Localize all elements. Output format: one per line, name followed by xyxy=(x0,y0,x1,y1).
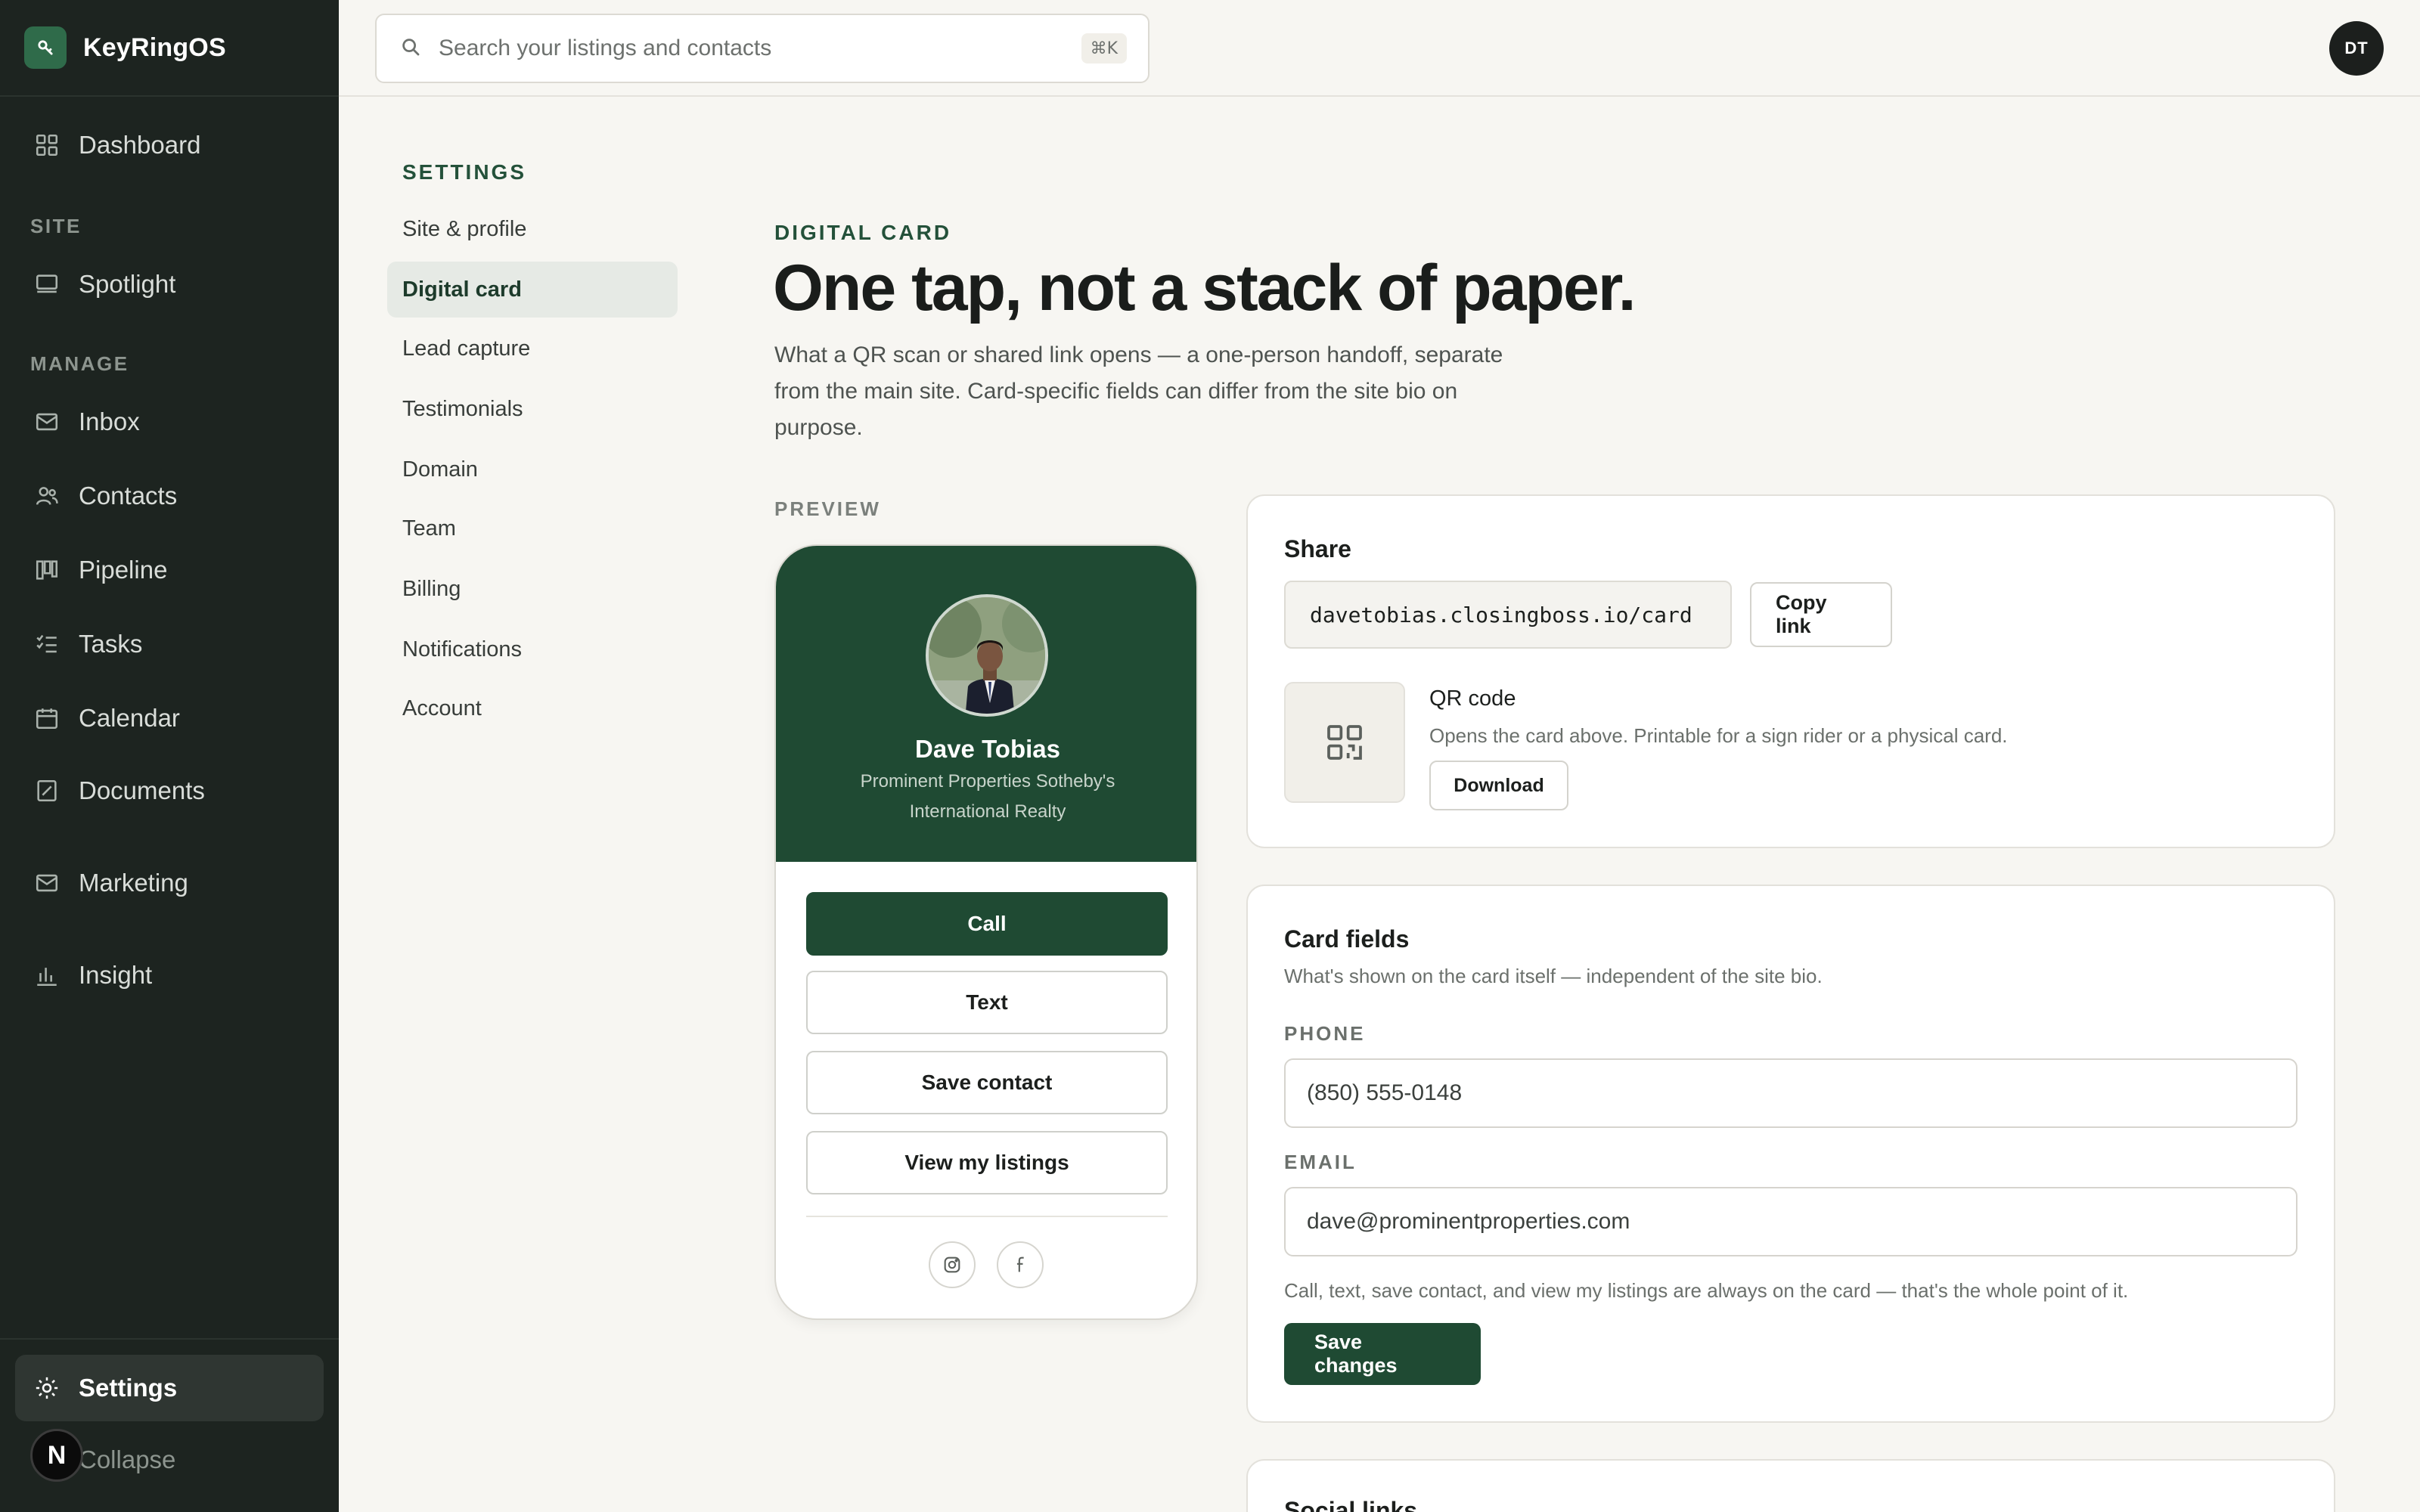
app-name: KeyRingOS xyxy=(83,33,226,62)
download-button[interactable]: Download xyxy=(1429,761,1568,810)
qr-title: QR code xyxy=(1429,686,1516,711)
sidebar-item-label: Calendar xyxy=(79,704,180,732)
grid-icon xyxy=(32,130,62,160)
page-title: One tap, not a stack of paper. xyxy=(773,252,1637,324)
section-site: SITE xyxy=(30,215,82,237)
sidebar-item-label: Settings xyxy=(79,1374,178,1402)
save-changes-button[interactable]: Save changes xyxy=(1284,1323,1481,1385)
sidebar-item-label: Dashboard xyxy=(79,131,201,159)
document-icon xyxy=(32,776,62,806)
email-field[interactable]: dave@prominentproperties.com xyxy=(1284,1187,2297,1256)
text-button[interactable]: Text xyxy=(806,971,1168,1034)
save-contact-button[interactable]: Save contact xyxy=(806,1051,1168,1114)
share-title: Share xyxy=(1284,535,1351,562)
card-preview: Dave Tobias Prominent Properties Sotheby… xyxy=(774,544,1198,1320)
copy-link-button[interactable]: Copy link xyxy=(1750,582,1892,647)
section-manage: MANAGE xyxy=(30,352,129,375)
share-url-field[interactable]: davetobias.closingboss.io/card xyxy=(1284,581,1732,649)
shortcut-badge: ⌘K xyxy=(1081,33,1127,64)
collapse-button[interactable]: Collapse xyxy=(79,1445,175,1474)
agent-photo xyxy=(926,594,1048,717)
settings-nav-title: SETTINGS xyxy=(402,160,527,184)
sidebar: KeyRingOS Dashboard SITE Spotlight MANAG… xyxy=(0,0,339,1512)
settings-nav-lead-capture[interactable]: Lead capture xyxy=(387,321,678,376)
search-placeholder: Search your listings and contacts xyxy=(439,36,772,60)
sidebar-item-pipeline[interactable]: Pipeline xyxy=(15,537,324,603)
n-badge[interactable]: N xyxy=(30,1429,83,1482)
card-header: Dave Tobias Prominent Properties Sotheby… xyxy=(776,546,1196,862)
share-panel: Share davetobias.closingboss.io/card Cop… xyxy=(1246,494,2335,848)
brand[interactable]: KeyRingOS xyxy=(0,0,339,97)
page-intro: What a QR scan or shared link opens — a … xyxy=(774,342,1503,440)
settings-nav-team[interactable]: Team xyxy=(387,500,678,556)
search-icon xyxy=(399,36,422,62)
phone-label: PHONE xyxy=(1284,1022,1366,1045)
settings-nav-account[interactable]: Account xyxy=(387,680,678,736)
gear-icon xyxy=(32,1373,62,1403)
card-fields-panel: Card fields What's shown on the card its… xyxy=(1246,885,2335,1423)
topbar: Search your listings and contacts ⌘K DT xyxy=(339,0,2420,97)
columns-icon xyxy=(32,555,62,585)
agent-company: Prominent Properties Sotheby's Internati… xyxy=(860,771,1115,822)
sidebar-item-label: Insight xyxy=(79,961,153,989)
card-fields-note: Call, text, save contact, and view my li… xyxy=(1284,1279,2129,1302)
qr-code-icon xyxy=(1284,682,1405,803)
calendar-icon xyxy=(32,703,62,733)
sidebar-item-label: Spotlight xyxy=(79,270,176,298)
qr-description: Opens the card above. Printable for a si… xyxy=(1429,724,2008,747)
sidebar-item-inbox[interactable]: Inbox xyxy=(15,389,324,455)
facebook-icon[interactable] xyxy=(997,1241,1044,1288)
settings-nav-digital-card[interactable]: Digital card xyxy=(387,262,678,318)
social-links-title: Social links xyxy=(1284,1497,1418,1512)
sidebar-item-insight[interactable]: Insight xyxy=(15,942,324,1009)
key-icon xyxy=(24,26,67,69)
monitor-icon xyxy=(32,269,62,299)
sidebar-item-marketing[interactable]: Marketing xyxy=(15,850,324,916)
sidebar-item-spotlight[interactable]: Spotlight xyxy=(15,251,324,318)
sidebar-item-calendar[interactable]: Calendar xyxy=(15,685,324,751)
sidebar-item-label: Pipeline xyxy=(79,556,168,584)
mail-icon xyxy=(32,407,62,437)
bar-chart-icon xyxy=(32,960,62,990)
view-listings-button[interactable]: View my listings xyxy=(806,1131,1168,1194)
mail-icon xyxy=(32,868,62,898)
sidebar-item-contacts[interactable]: Contacts xyxy=(15,463,324,529)
search-input[interactable]: Search your listings and contacts ⌘K xyxy=(375,14,1150,83)
settings-nav-domain[interactable]: Domain xyxy=(387,442,678,497)
sidebar-item-dashboard[interactable]: Dashboard xyxy=(15,112,324,178)
sidebar-item-label: Documents xyxy=(79,776,205,804)
page-eyebrow: DIGITAL CARD xyxy=(774,221,952,244)
settings-nav-site-profile[interactable]: Site & profile xyxy=(387,201,678,257)
agent-name: Dave Tobias xyxy=(915,735,1060,763)
divider xyxy=(806,1216,1168,1217)
phone-field[interactable]: (850) 555-0148 xyxy=(1284,1058,2297,1128)
sidebar-item-documents[interactable]: Documents xyxy=(15,758,324,824)
sidebar-item-settings[interactable]: Settings xyxy=(15,1355,324,1421)
sidebar-item-label: Contacts xyxy=(79,482,178,510)
instagram-icon[interactable] xyxy=(929,1241,976,1288)
settings-nav-testimonials[interactable]: Testimonials xyxy=(387,381,678,437)
email-label: EMAIL xyxy=(1284,1151,1357,1173)
social-links-panel: Social links xyxy=(1246,1459,2335,1512)
sidebar-item-label: Tasks xyxy=(79,630,143,658)
checklist-icon xyxy=(32,629,62,659)
card-fields-subtitle: What's shown on the card itself — indepe… xyxy=(1284,965,1823,987)
avatar[interactable]: DT xyxy=(2329,21,2384,76)
sidebar-divider xyxy=(0,1338,339,1340)
settings-nav-notifications[interactable]: Notifications xyxy=(387,621,678,677)
sidebar-item-tasks[interactable]: Tasks xyxy=(15,611,324,677)
preview-label: PREVIEW xyxy=(774,497,881,520)
sidebar-item-label: Marketing xyxy=(79,869,188,897)
users-icon xyxy=(32,481,62,511)
sidebar-item-label: Inbox xyxy=(79,407,140,435)
settings-nav-billing[interactable]: Billing xyxy=(387,561,678,617)
call-button[interactable]: Call xyxy=(806,892,1168,956)
card-fields-title: Card fields xyxy=(1284,925,1410,953)
